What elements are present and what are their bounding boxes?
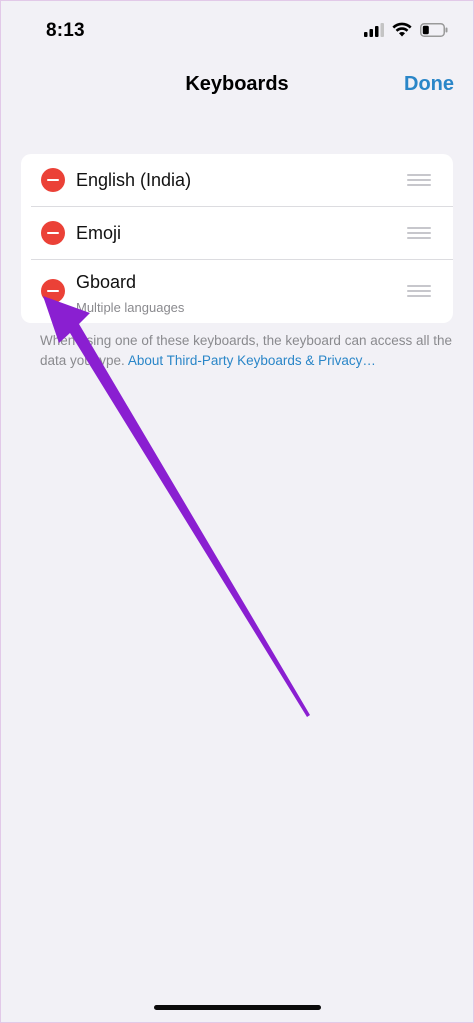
home-indicator[interactable]	[154, 1005, 321, 1010]
annotation-arrow-icon	[43, 296, 310, 717]
